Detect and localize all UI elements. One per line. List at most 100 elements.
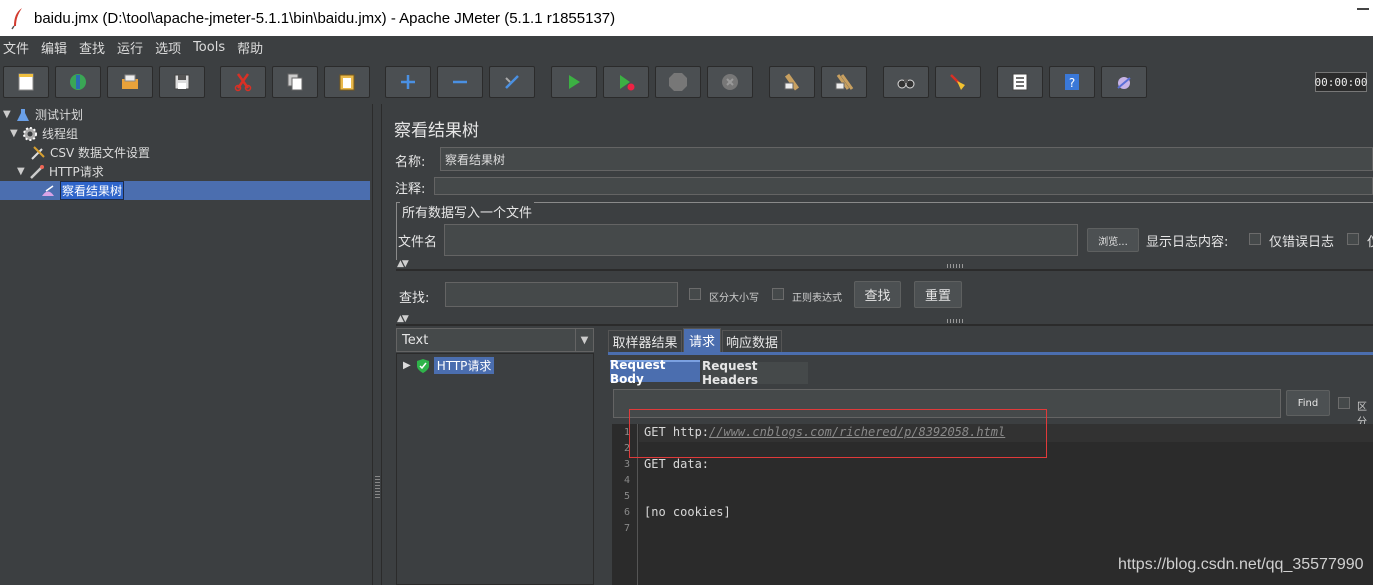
open-button[interactable] xyxy=(107,66,153,98)
listener-icon xyxy=(40,183,56,199)
collapse-icon xyxy=(453,80,467,84)
collapse-button[interactable] xyxy=(437,66,483,98)
subtab-request-body[interactable]: Request Body xyxy=(610,358,700,386)
divider xyxy=(396,269,1373,271)
cut-icon xyxy=(234,73,252,92)
save-button[interactable] xyxy=(159,66,205,98)
collapse-arrows-icon[interactable]: ▲▼ xyxy=(397,314,409,324)
code-line-6: [no cookies] xyxy=(644,505,731,519)
line-number: 3 xyxy=(623,459,630,470)
tree-item-thread-group[interactable]: ▼ 线程组 xyxy=(10,124,78,143)
tree-item-label: HTTP请求 xyxy=(49,165,104,179)
copy-icon xyxy=(287,73,303,91)
gear-icon xyxy=(22,126,38,142)
reset-button[interactable]: 重置 xyxy=(914,281,962,308)
test-plan-tree: ▼ 测试计划 ▼ 线程组 CSV 数据文件设置 ▼ HTTP请求 察看结果树 xyxy=(0,104,372,585)
tree-item-csv-config[interactable]: CSV 数据文件设置 xyxy=(30,143,150,162)
pipette-icon xyxy=(29,164,45,180)
menu-file[interactable]: 文件 xyxy=(3,38,29,57)
new-button[interactable] xyxy=(3,66,49,98)
subtab-request-headers[interactable]: Request Headers xyxy=(702,359,808,387)
expand-button[interactable] xyxy=(385,66,431,98)
body-find-button[interactable]: Find xyxy=(1286,390,1330,416)
tab-request[interactable]: 请求 xyxy=(683,328,721,352)
menu-edit[interactable]: 编辑 xyxy=(41,38,67,57)
line-number: 1 xyxy=(623,427,630,438)
start-no-pause-button[interactable] xyxy=(603,66,649,98)
menu-tools[interactable]: Tools xyxy=(193,40,225,55)
body-case-checkbox[interactable] xyxy=(1338,397,1350,409)
toggle-button[interactable] xyxy=(489,66,535,98)
clear-button[interactable] xyxy=(769,66,815,98)
minimize-icon[interactable] xyxy=(1357,8,1369,10)
renderer-select[interactable]: Text ▼ xyxy=(396,328,594,352)
jmeter-feather-icon xyxy=(11,8,22,30)
cut-button[interactable] xyxy=(220,66,266,98)
clear-all-button[interactable] xyxy=(821,66,867,98)
binoculars-icon xyxy=(897,79,915,89)
expand-arrow-icon[interactable]: ▼ xyxy=(17,166,27,177)
paste-button[interactable] xyxy=(324,66,370,98)
line-number: 6 xyxy=(623,507,630,518)
result-item[interactable]: ▶ HTTP请求 xyxy=(403,357,495,374)
browse-button[interactable]: 浏览... xyxy=(1087,228,1139,252)
reset-search-button[interactable] xyxy=(935,66,981,98)
annotation-highlight-box xyxy=(629,409,1047,458)
elapsed-timer: 00:00:00 xyxy=(1315,72,1368,92)
help-button[interactable]: ? xyxy=(1049,66,1095,98)
name-field[interactable]: 察看结果树 xyxy=(440,147,1373,171)
menu-help[interactable]: 帮助 xyxy=(237,38,263,57)
search-button[interactable] xyxy=(883,66,929,98)
main-splitter[interactable] xyxy=(372,104,382,585)
tree-item-http-request[interactable]: ▼ HTTP请求 xyxy=(17,162,104,181)
menu-search[interactable]: 查找 xyxy=(79,38,105,57)
tab-response-data[interactable]: 响应数据 xyxy=(722,330,782,352)
stop-button[interactable] xyxy=(655,66,701,98)
search-input[interactable] xyxy=(445,282,678,307)
menu-run[interactable]: 运行 xyxy=(117,38,143,57)
errors-only-checkbox[interactable] xyxy=(1249,233,1261,245)
broom-icon xyxy=(950,74,965,90)
results-splitter[interactable] xyxy=(596,326,604,585)
shutdown-button[interactable] xyxy=(707,66,753,98)
wrench-icon xyxy=(30,145,46,161)
new-icon xyxy=(18,73,34,91)
comment-field[interactable] xyxy=(434,177,1373,195)
filename-field[interactable] xyxy=(444,224,1078,256)
tree-item-label: 线程组 xyxy=(42,127,79,141)
copy-button[interactable] xyxy=(272,66,318,98)
tree-item-test-plan[interactable]: ▼ 测试计划 xyxy=(3,105,83,124)
templates-button[interactable] xyxy=(55,66,101,98)
success-only-checkbox[interactable] xyxy=(1347,233,1359,245)
templates-icon xyxy=(70,74,86,90)
toggle-icon xyxy=(505,75,519,89)
tree-item-view-results-tree[interactable]: 察看结果树 xyxy=(40,181,125,200)
chevron-down-icon[interactable]: ▼ xyxy=(575,329,593,351)
expand-arrow-icon[interactable]: ▶ xyxy=(403,360,411,371)
flask-icon xyxy=(15,107,31,123)
open-icon xyxy=(122,74,138,89)
line-number: 7 xyxy=(623,523,630,534)
drag-handle-icon[interactable] xyxy=(947,264,965,268)
tab-sampler-result[interactable]: 取样器结果 xyxy=(608,330,682,352)
shutdown-icon xyxy=(722,74,738,90)
expand-arrow-icon[interactable]: ▼ xyxy=(10,128,20,139)
find-button[interactable]: 查找 xyxy=(854,281,901,308)
expand-arrow-icon[interactable]: ▼ xyxy=(3,109,13,120)
start-button[interactable] xyxy=(551,66,597,98)
menu-options[interactable]: 选项 xyxy=(155,38,181,57)
start-icon xyxy=(569,75,580,89)
window-title: baidu.jmx (D:\tool\apache-jmeter-5.1.1\b… xyxy=(34,9,616,27)
search-label: 查找: xyxy=(399,291,430,306)
tab-underline xyxy=(608,352,1373,355)
function-helper-button[interactable] xyxy=(997,66,1043,98)
regex-label: 正则表达式 xyxy=(792,293,842,304)
collapse-arrows-icon[interactable]: ▲▼ xyxy=(397,259,409,269)
drag-handle-icon[interactable] xyxy=(947,319,965,323)
log-display-label: 显示日志内容: xyxy=(1146,235,1229,250)
splitter-grip[interactable] xyxy=(375,476,380,498)
tree-item-label: CSV 数据文件设置 xyxy=(50,146,151,160)
case-sensitive-checkbox[interactable] xyxy=(689,288,701,300)
remote-button[interactable] xyxy=(1101,66,1147,98)
regex-checkbox[interactable] xyxy=(772,288,784,300)
